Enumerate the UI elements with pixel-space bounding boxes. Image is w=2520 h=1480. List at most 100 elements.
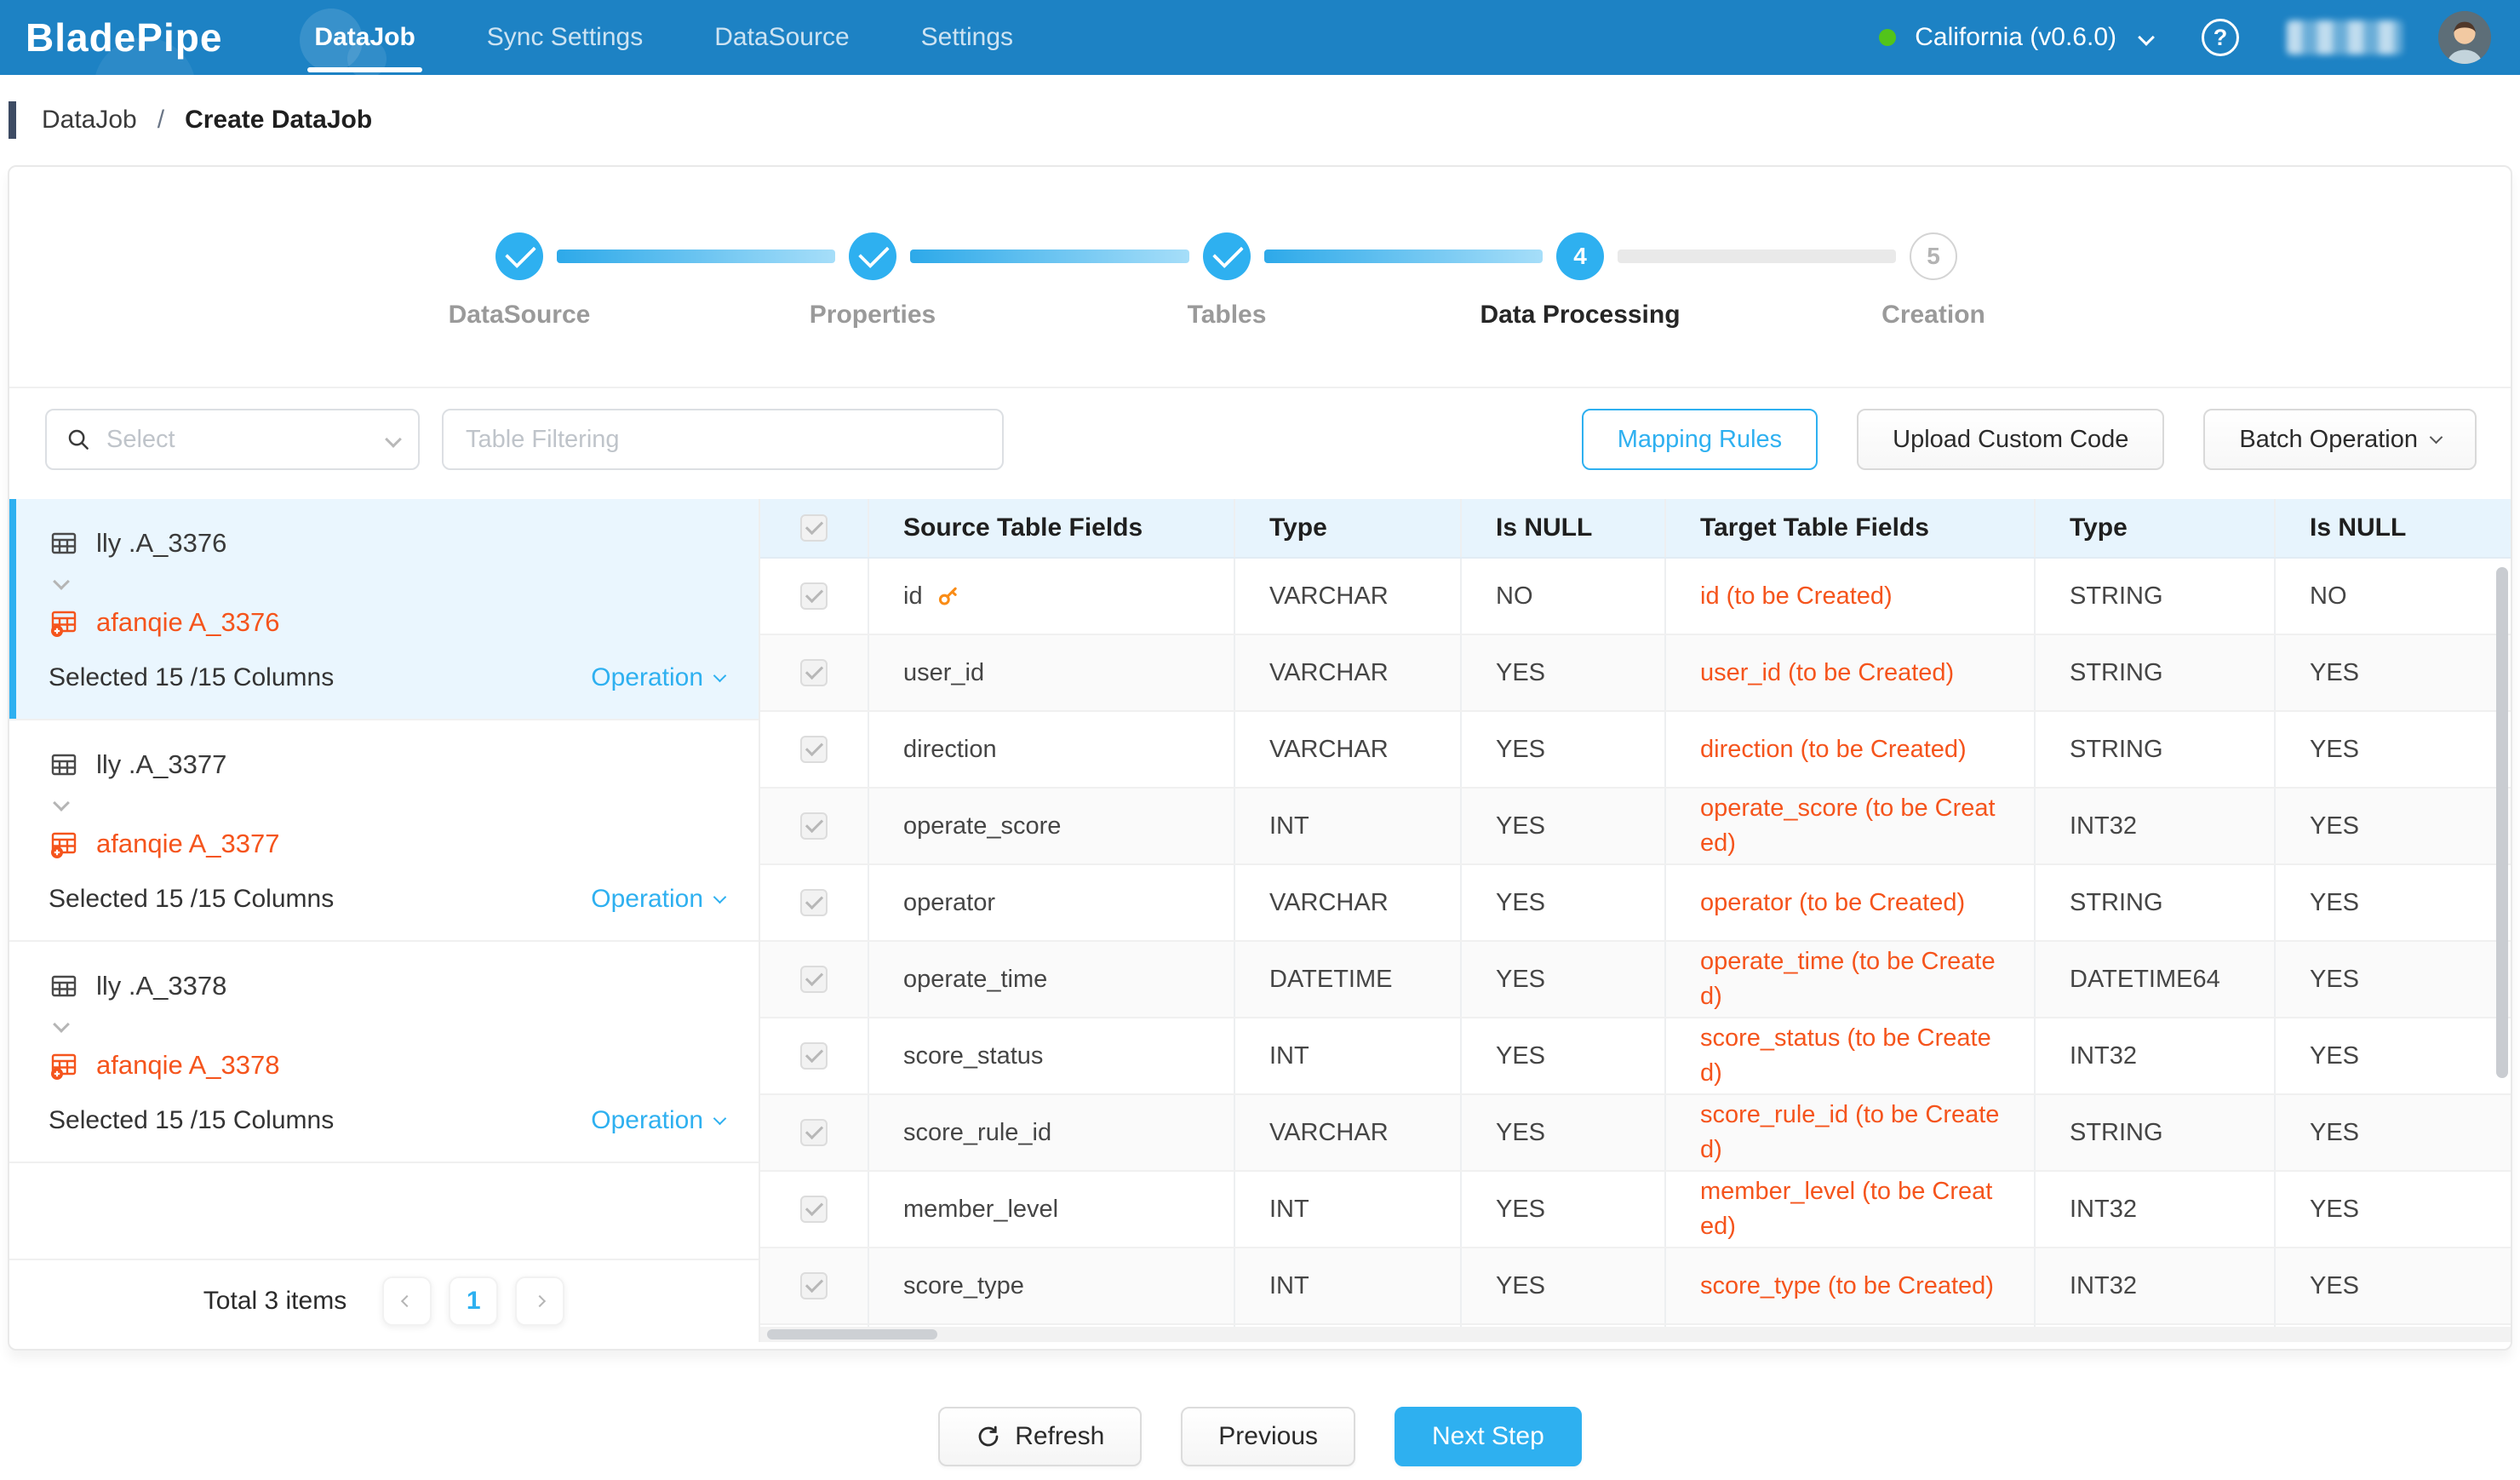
field-row-score-rule-id: score_rule_idVARCHARYESscore_rule_id (to… — [760, 1095, 2511, 1172]
next-page-button[interactable] — [515, 1276, 564, 1326]
page-button-current[interactable]: 1 — [449, 1276, 498, 1326]
nav-tab-datasource[interactable]: DataSource — [679, 0, 885, 75]
step-label: Tables — [1099, 301, 1354, 330]
chevron-down-icon — [713, 890, 727, 903]
row-checkbox[interactable] — [800, 1196, 828, 1223]
row-checkbox[interactable] — [800, 889, 828, 916]
next-step-button[interactable]: Next Step — [1395, 1407, 1582, 1466]
row-checkbox[interactable] — [800, 1042, 828, 1070]
source-field-name: score_rule_id — [903, 1119, 1051, 1147]
row-checkbox[interactable] — [800, 812, 828, 840]
source-type-cell: VARCHAR — [1235, 635, 1462, 710]
nav-tab-label: Settings — [921, 23, 1013, 52]
operation-link[interactable]: Operation — [591, 885, 724, 914]
collapse-chevron-icon[interactable] — [53, 794, 70, 812]
upload-custom-code-button[interactable]: Upload Custom Code — [1857, 409, 2164, 470]
table-create-icon — [49, 607, 79, 638]
target-null-cell: YES — [2276, 1172, 2511, 1247]
previous-button[interactable]: Previous — [1181, 1407, 1355, 1466]
horizontal-scrollbar-thumb[interactable] — [767, 1329, 937, 1339]
nav-tab-settings[interactable]: Settings — [885, 0, 1049, 75]
row-checkbox[interactable] — [800, 1272, 828, 1299]
nav-tab-label: DataSource — [714, 23, 849, 52]
chevron-down-icon[interactable] — [2138, 29, 2155, 46]
source-field-cell: score_status — [869, 1018, 1235, 1093]
checkbox-cell — [760, 1095, 869, 1170]
step-label: Data Processing — [1452, 301, 1708, 330]
source-field-name: score_status — [903, 1042, 1043, 1070]
row-checkbox[interactable] — [800, 966, 828, 993]
step-creation: 5 Creation — [1806, 232, 2061, 330]
target-field-cell: operator (to be Created) — [1666, 865, 2036, 940]
operation-link[interactable]: Operation — [591, 663, 724, 692]
chevron-down-icon — [2430, 430, 2443, 444]
source-table-row: lly .A_3376 — [49, 528, 724, 559]
source-field-cell: member_level — [869, 1172, 1235, 1247]
target-null-cell: YES — [2276, 1018, 2511, 1093]
step-marker-data-processing: 4 — [1556, 232, 1604, 280]
header-source-fields: Source Table Fields — [869, 499, 1235, 557]
refresh-button[interactable]: Refresh — [938, 1407, 1142, 1466]
item-meta-row: Selected 15 /15 ColumnsOperation — [49, 663, 724, 692]
target-field-cell: operate_score (to be Created) — [1666, 789, 2036, 863]
collapse-chevron-icon[interactable] — [53, 573, 70, 590]
checkbox-cell — [760, 1248, 869, 1323]
horizontal-scrollbar[interactable] — [760, 1327, 2511, 1342]
select-all-checkbox[interactable] — [800, 514, 828, 542]
mapping-rules-button[interactable]: Mapping Rules — [1582, 409, 1818, 470]
breadcrumb-parent[interactable]: DataJob — [42, 106, 137, 135]
tables-list-panel: lly .A_3376afanqie A_3376Selected 15 /15… — [9, 499, 760, 1342]
table-create-icon — [49, 1050, 79, 1081]
source-field-cell: score_type — [869, 1248, 1235, 1323]
step-label: Creation — [1806, 301, 2061, 330]
step-label: Properties — [745, 301, 1000, 330]
source-table-name: lly .A_3377 — [96, 749, 226, 780]
row-checkbox[interactable] — [800, 659, 828, 686]
operation-label: Operation — [591, 663, 703, 692]
source-null-cell: YES — [1462, 635, 1666, 710]
checkbox-cell — [760, 635, 869, 710]
avatar[interactable] — [2438, 11, 2491, 64]
target-field-cell: score_rule_id (to be Created) — [1666, 1095, 2036, 1170]
table-pair-item-lly-a-3378[interactable]: lly .A_3378afanqie A_3378Selected 15 /15… — [9, 942, 759, 1163]
step-data-processing: 4 Data Processing — [1452, 232, 1708, 330]
vertical-scrollbar-thumb[interactable] — [2496, 567, 2508, 1078]
check-icon — [505, 237, 536, 268]
nav-tab-sync-settings[interactable]: Sync Settings — [451, 0, 679, 75]
table-pair-item-lly-a-3376[interactable]: lly .A_3376afanqie A_3376Selected 15 /15… — [9, 499, 759, 720]
target-type-cell: STRING — [2036, 865, 2276, 940]
row-checkbox[interactable] — [800, 582, 828, 610]
source-null-cell: YES — [1462, 942, 1666, 1017]
target-type-cell: STRING — [2036, 712, 2276, 787]
target-null-cell: YES — [2276, 1248, 2511, 1323]
operation-link[interactable]: Operation — [591, 1106, 724, 1135]
source-null-cell: NO — [1462, 559, 1666, 634]
header-source-type: Type — [1235, 499, 1462, 557]
select-dropdown[interactable]: Select — [45, 409, 420, 470]
target-null-cell: YES — [2276, 942, 2511, 1017]
collapse-chevron-icon[interactable] — [53, 1016, 70, 1033]
table-filter-input[interactable] — [442, 409, 1004, 470]
selected-columns-label: Selected 15 /15 Columns — [49, 885, 334, 914]
nav-right-cluster: California (v0.6.0) ? — [1879, 11, 2491, 64]
field-row-direction: directionVARCHARYESdirection (to be Crea… — [760, 712, 2511, 789]
row-checkbox[interactable] — [800, 736, 828, 763]
chevron-down-icon — [385, 431, 402, 448]
nav-tab-datajob[interactable]: DataJob — [278, 0, 450, 75]
chevron-down-icon — [713, 668, 727, 682]
step-tables: Tables — [1099, 232, 1354, 330]
table-icon — [49, 971, 79, 1001]
target-type-cell: STRING — [2036, 1095, 2276, 1170]
table-pair-item-lly-a-3377[interactable]: lly .A_3377afanqie A_3377Selected 15 /15… — [9, 720, 759, 942]
prev-page-button[interactable] — [382, 1276, 432, 1326]
operation-label: Operation — [591, 885, 703, 914]
check-icon — [1212, 237, 1244, 268]
step-marker-creation: 5 — [1910, 232, 1957, 280]
username-redacted — [2287, 20, 2403, 54]
field-row-score-type: score_typeINTYESscore_type (to be Create… — [760, 1248, 2511, 1325]
batch-operation-button[interactable]: Batch Operation — [2203, 409, 2477, 470]
row-checkbox[interactable] — [800, 1119, 828, 1146]
help-icon[interactable]: ? — [2202, 19, 2239, 56]
region-selector[interactable]: California (v0.6.0) — [1915, 23, 2116, 52]
field-row-member-level: member_levelINTYESmember_level (to be Cr… — [760, 1172, 2511, 1248]
